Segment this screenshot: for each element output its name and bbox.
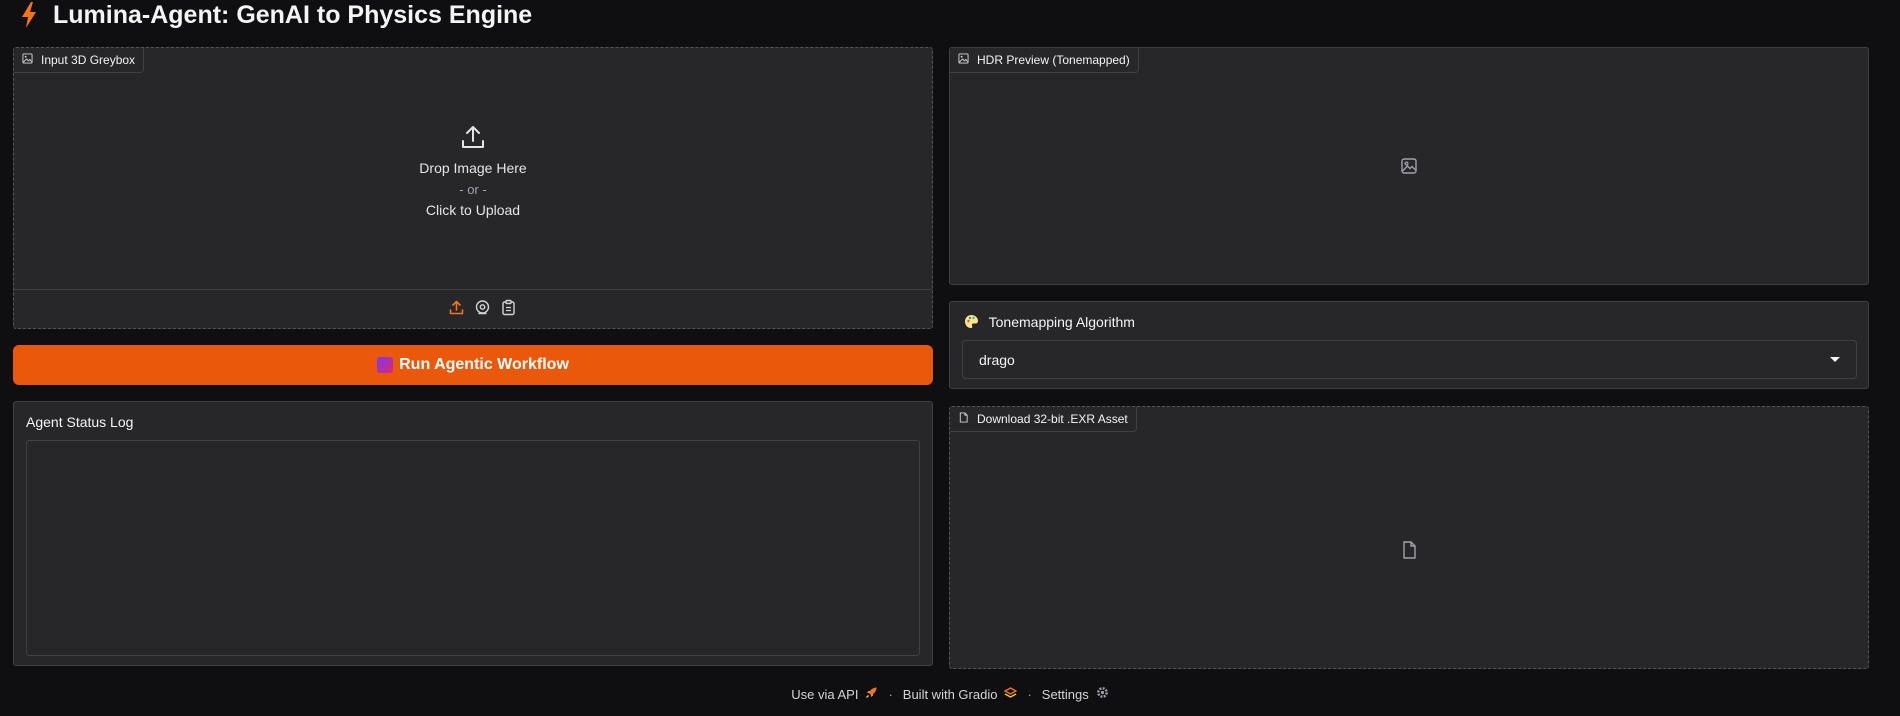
download-panel[interactable]: Download 32-bit .EXR Asset — [949, 406, 1869, 669]
app-title-row: Lumina-Agent: GenAI to Physics Engine — [19, 0, 532, 30]
download-chip: Download 32-bit .EXR Asset — [950, 407, 1137, 432]
image-icon — [958, 53, 969, 67]
lightning-icon — [19, 1, 39, 29]
tonemapping-panel: Tonemapping Algorithm drago — [949, 301, 1869, 389]
settings-text: Settings — [1041, 686, 1089, 702]
hdr-preview-label: HDR Preview (Tonemapped) — [977, 53, 1130, 67]
input-image-label: Input 3D Greybox — [41, 53, 136, 67]
file-placeholder-icon — [1401, 541, 1417, 559]
image-placeholder-icon — [1400, 157, 1418, 175]
built-with-gradio-link[interactable]: Built with Gradio — [903, 686, 1018, 702]
settings-link[interactable]: Settings — [1042, 686, 1109, 702]
tonemapping-label: Tonemapping Algorithm — [988, 314, 1135, 330]
footer-separator: · — [888, 686, 893, 702]
hdr-preview-panel: HDR Preview (Tonemapped) — [949, 47, 1869, 285]
clipboard-icon[interactable] — [500, 299, 517, 316]
upload-dropzone[interactable]: Drop Image Here - or - Click to Upload — [14, 124, 932, 221]
run-button-label: Run Agentic Workflow — [399, 356, 569, 373]
status-log-label: Agent Status Log — [26, 414, 134, 430]
upload-icon[interactable] — [448, 299, 465, 316]
file-icon — [958, 412, 969, 426]
drop-image-text: Drop Image Here — [419, 160, 527, 176]
tonemapping-dropdown[interactable]: drago — [962, 340, 1857, 379]
use-via-api-link[interactable]: Use via API — [791, 686, 878, 702]
or-text: - or - — [459, 182, 487, 197]
run-agentic-workflow-button[interactable]: Run Agentic Workflow — [13, 345, 933, 385]
gear-icon — [1096, 686, 1109, 702]
status-log-panel: Agent Status Log — [13, 401, 933, 666]
image-icon — [22, 53, 33, 67]
source-toolbar — [448, 299, 517, 316]
gradio-logo-icon — [1004, 686, 1018, 702]
rocket-icon — [865, 686, 878, 702]
tonemapping-label-row: Tonemapping Algorithm — [964, 314, 1135, 330]
upload-icon — [460, 124, 486, 150]
status-log-textarea[interactable] — [26, 440, 920, 656]
tonemapping-selected-value: drago — [979, 351, 1015, 368]
clapper-emoji-icon — [377, 357, 394, 373]
chevron-down-icon[interactable] — [1830, 357, 1840, 362]
input-image-panel[interactable]: Input 3D Greybox Drop Image Here - or - … — [13, 47, 933, 329]
download-label: Download 32-bit .EXR Asset — [977, 412, 1128, 426]
built-with-gradio-text: Built with Gradio — [902, 686, 998, 702]
click-to-upload-text: Click to Upload — [425, 202, 521, 218]
app-title: Lumina-Agent: GenAI to Physics Engine — [53, 0, 533, 29]
footer: Use via API · Built with Gradio · Settin… — [0, 686, 1900, 702]
palette-icon — [964, 314, 979, 329]
hdr-preview-chip: HDR Preview (Tonemapped) — [950, 48, 1139, 73]
webcam-icon[interactable] — [474, 299, 491, 316]
input-image-chip: Input 3D Greybox — [14, 48, 145, 73]
toolbar-divider — [14, 289, 932, 290]
use-via-api-text: Use via API — [791, 686, 859, 702]
footer-separator: · — [1027, 686, 1032, 702]
